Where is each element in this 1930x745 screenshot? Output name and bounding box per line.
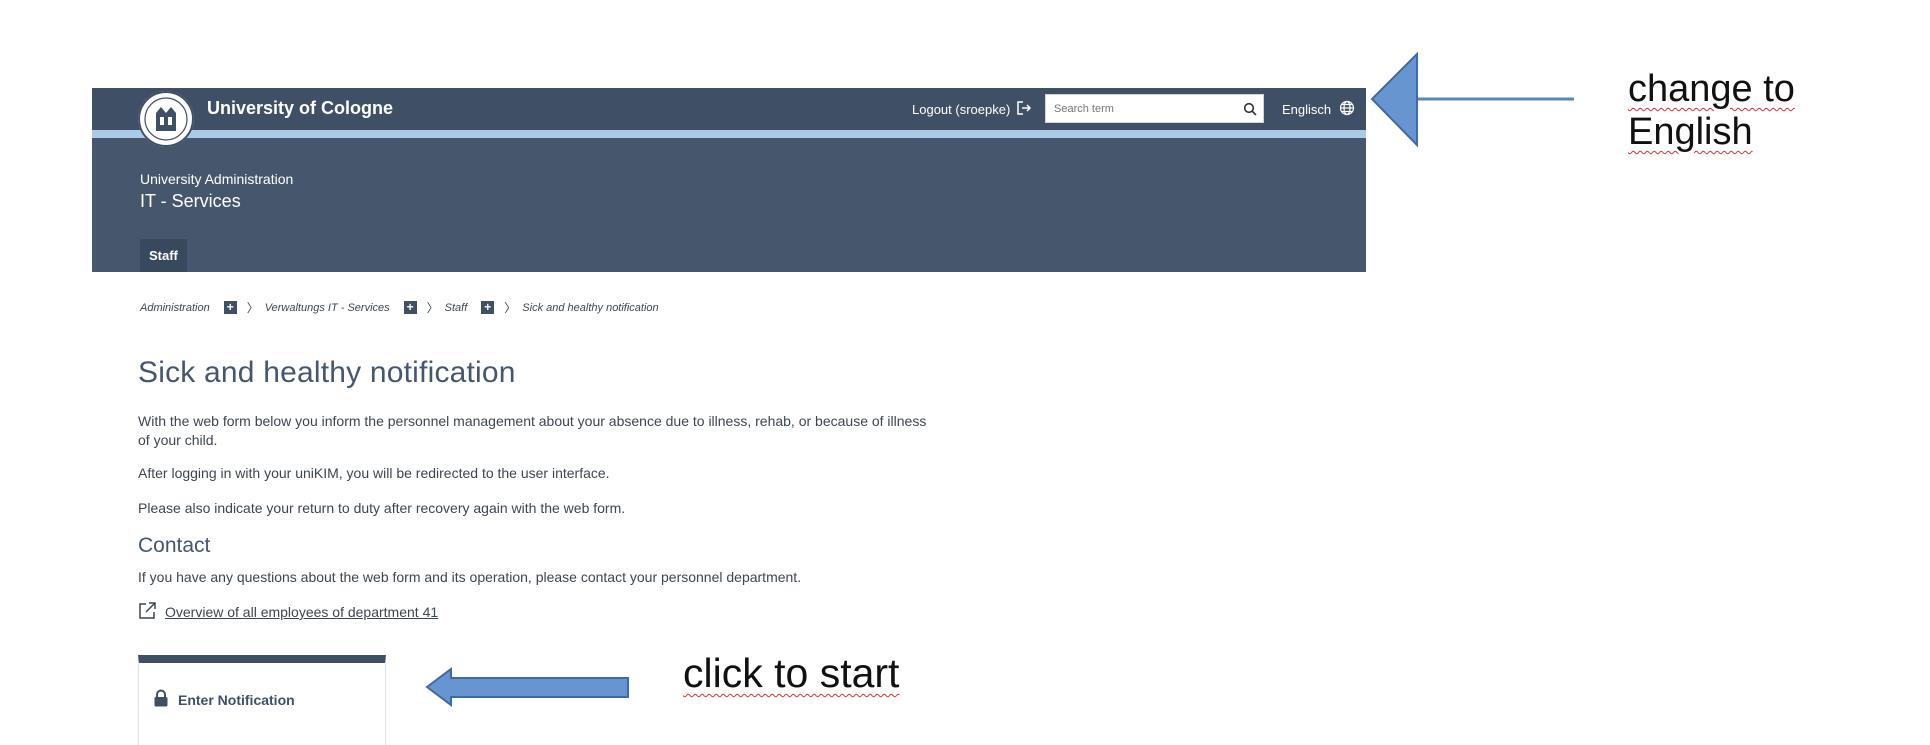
university-name[interactable]: University of Cologne xyxy=(207,98,393,119)
breadcrumb-item[interactable]: Administration xyxy=(140,302,210,314)
page-title: Sick and healthy notification xyxy=(138,356,516,389)
search-icon[interactable] xyxy=(1237,102,1263,116)
expand-plus-icon[interactable]: + xyxy=(481,301,495,314)
top-bar: University of Cologne Logout (sroepke) E… xyxy=(92,88,1366,147)
unit-header: University Administration IT - Services … xyxy=(92,138,1366,272)
contact-heading: Contact xyxy=(138,534,211,557)
nav-item-staff[interactable]: Staff xyxy=(140,239,187,272)
search-box xyxy=(1045,94,1264,123)
employee-overview-link[interactable]: Overview of all employees of department … xyxy=(138,601,438,623)
employee-overview-label: Overview of all employees of department … xyxy=(165,604,439,620)
enter-notification-button[interactable]: Enter Notification xyxy=(153,689,295,710)
language-label: Englisch xyxy=(1282,102,1332,117)
chevron-right-icon: 〉 xyxy=(246,301,259,315)
unit-subtitle[interactable]: University Administration xyxy=(140,171,293,187)
language-switch[interactable]: Englisch xyxy=(1282,100,1355,119)
unit-title[interactable]: IT - Services xyxy=(140,191,241,212)
logout-link[interactable]: Logout (sroepke) xyxy=(912,100,1032,119)
chevron-right-icon: 〉 xyxy=(504,301,517,315)
intro-paragraph: With the web form below you inform the p… xyxy=(138,413,927,448)
arrow-to-notification-button xyxy=(425,667,629,707)
expand-plus-icon[interactable]: + xyxy=(223,301,237,314)
main-content: Sick and healthy notification With the w… xyxy=(138,356,938,620)
return-paragraph: Please also indicate your return to duty… xyxy=(138,500,626,516)
search-input[interactable] xyxy=(1046,102,1237,115)
expand-plus-icon[interactable]: + xyxy=(403,301,417,314)
chevron-right-icon: 〉 xyxy=(426,301,439,315)
breadcrumb: Administration + 〉 Verwaltungs IT - Serv… xyxy=(140,299,659,316)
logout-label: Logout (sroepke) xyxy=(912,102,1011,117)
breadcrumb-item[interactable]: Verwaltungs IT - Services xyxy=(265,302,390,314)
breadcrumb-item[interactable]: Staff xyxy=(445,302,468,314)
enter-notification-label: Enter Notification xyxy=(178,691,295,708)
annotation-click-to-start: click to start xyxy=(683,650,900,696)
annotation-change-language: change to English xyxy=(1628,68,1795,153)
site-header: University of Cologne Logout (sroepke) E… xyxy=(92,88,1366,272)
notification-card: Enter Notification xyxy=(138,655,386,745)
header-stripe xyxy=(92,130,1366,138)
external-link-icon xyxy=(138,601,157,623)
lock-icon xyxy=(153,689,169,710)
university-seal-logo[interactable] xyxy=(138,91,194,147)
arrow-to-language-switch xyxy=(1370,51,1574,148)
login-paragraph: After logging in with your uniKIM, you w… xyxy=(138,465,610,481)
logout-icon xyxy=(1016,100,1032,119)
globe-icon xyxy=(1339,100,1355,119)
contact-text: If you have any questions about the web … xyxy=(138,569,802,585)
breadcrumb-current: Sick and healthy notification xyxy=(522,301,659,314)
